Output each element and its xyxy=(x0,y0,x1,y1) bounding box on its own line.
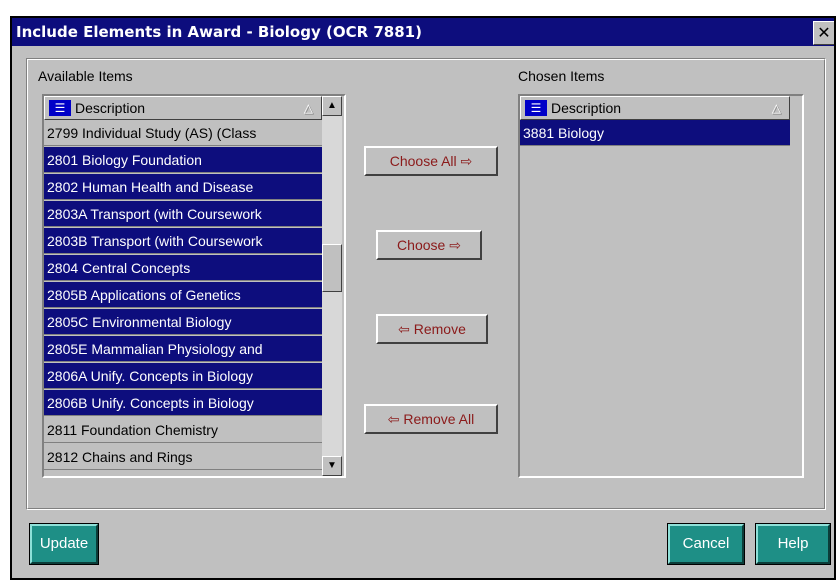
dialog-title-bar: Include Elements in Award - Biology (OCR… xyxy=(12,18,834,46)
list-item[interactable]: 2801 Biology Foundation xyxy=(44,147,322,173)
list-item[interactable]: 2803A Transport (with Coursework xyxy=(44,201,322,227)
arrow-left-icon: ⇦ xyxy=(387,411,400,427)
list-item[interactable]: 2805B Applications of Genetics xyxy=(44,282,322,308)
chosen-header-label: Description xyxy=(551,100,622,116)
list-item[interactable]: 2804 Central Concepts xyxy=(44,255,322,281)
remove-label: Remove xyxy=(413,321,466,337)
available-description-header[interactable]: ☰ Description △ xyxy=(44,96,322,120)
choose-all-button[interactable]: Choose All ⇨ xyxy=(364,146,498,176)
list-item[interactable]: 2802 Human Health and Disease xyxy=(44,174,322,200)
remove-all-label: Remove All xyxy=(403,411,475,427)
list-item[interactable]: 2803B Transport (with Coursework xyxy=(44,228,322,254)
list-item[interactable]: 2805C Environmental Biology xyxy=(44,309,322,335)
chosen-items-list[interactable]: ☰ Description △ 3881 Biology xyxy=(518,94,804,478)
cancel-button[interactable]: Cancel xyxy=(667,523,745,565)
update-button[interactable]: Update xyxy=(29,523,99,565)
dialog-title: Include Elements in Award - Biology (OCR… xyxy=(16,23,422,41)
sort-icon[interactable]: △ xyxy=(772,97,781,119)
close-icon: ✕ xyxy=(817,23,831,42)
scroll-down-button[interactable]: ▼ xyxy=(322,456,342,476)
list-icon: ☰ xyxy=(49,100,71,116)
available-header-label: Description xyxy=(75,100,146,116)
scroll-down-icon: ▼ xyxy=(327,460,337,471)
arrow-left-icon: ⇦ xyxy=(398,321,410,337)
help-button[interactable]: Help xyxy=(755,523,831,565)
chosen-description-header[interactable]: ☰ Description △ xyxy=(520,96,790,120)
choose-all-label: Choose All xyxy=(389,153,457,169)
available-items-list[interactable]: ☰ Description △ 2799 Individual Study (A… xyxy=(42,94,346,478)
list-item[interactable]: 2799 Individual Study (AS) (Class xyxy=(44,120,322,146)
remove-all-button[interactable]: ⇦ Remove All xyxy=(364,404,498,434)
close-button[interactable]: ✕ xyxy=(813,21,834,45)
chosen-items-label: Chosen Items xyxy=(518,68,605,84)
choose-label: Choose xyxy=(397,237,446,253)
scroll-thumb[interactable] xyxy=(322,244,342,292)
remove-button[interactable]: ⇦ Remove xyxy=(376,314,488,344)
available-scrollbar[interactable]: ▲ ▼ xyxy=(322,96,342,476)
sort-icon[interactable]: △ xyxy=(304,97,313,119)
list-item[interactable]: 2812 Chains and Rings xyxy=(44,444,322,470)
arrow-right-icon: ⇨ xyxy=(460,153,473,169)
arrow-right-icon: ⇨ xyxy=(449,237,461,253)
include-elements-dialog: Include Elements in Award - Biology (OCR… xyxy=(10,16,836,580)
scroll-up-button[interactable]: ▲ xyxy=(322,96,342,116)
list-item[interactable]: 2811 Foundation Chemistry xyxy=(44,417,322,443)
help-label: Help xyxy=(777,535,809,552)
update-label: Update xyxy=(39,535,89,552)
scroll-up-icon: ▲ xyxy=(327,100,337,111)
list-icon: ☰ xyxy=(525,100,547,116)
available-items-label: Available Items xyxy=(38,68,133,84)
choose-button[interactable]: Choose ⇨ xyxy=(376,230,482,260)
list-item[interactable]: 2806A Unify. Concepts in Biology xyxy=(44,363,322,389)
cancel-label: Cancel xyxy=(682,535,730,552)
list-item[interactable]: 2805E Mammalian Physiology and xyxy=(44,336,322,362)
list-item[interactable]: 3881 Biology xyxy=(520,120,790,146)
list-item[interactable]: 2806B Unify. Concepts in Biology xyxy=(44,390,322,416)
